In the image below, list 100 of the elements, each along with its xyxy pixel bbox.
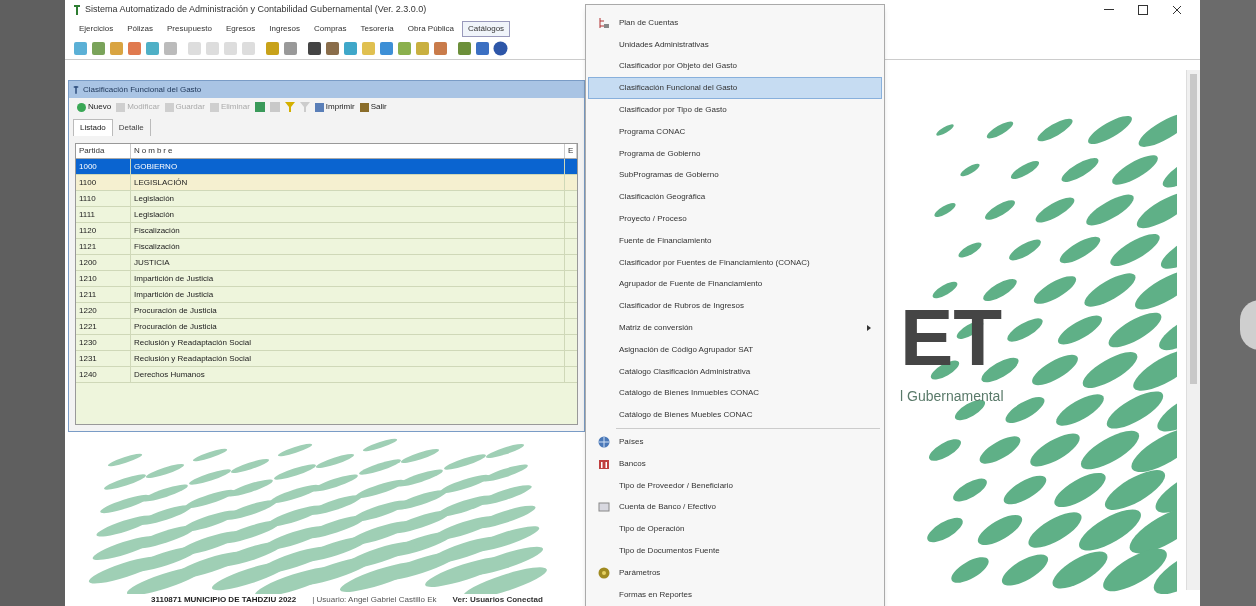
menu-item[interactable]: Clasificador por Tipo de Gasto [588,99,882,121]
table-row[interactable]: 1231 Reclusión y Readaptación Social [76,351,577,367]
menu-item[interactable]: Clasificación Funcional del Gasto [588,77,882,100]
tab[interactable]: Listado [73,119,113,136]
column-header[interactable]: Partida [76,144,131,158]
table-cell: 1211 [76,287,131,302]
grid-icon[interactable] [254,102,265,112]
menu-item[interactable]: Cuenta de Banco / Efectivo [588,496,882,519]
table-row[interactable]: 1240 Derechos Humanos [76,367,577,383]
table-cell: 1100 [76,175,131,190]
toolbar-icon [314,102,324,112]
menu-item[interactable]: Compras [308,21,353,37]
menu-item[interactable]: Tipo de Operación [588,518,882,541]
menu-item[interactable]: Clasificador de Rubros de Ingresos [588,295,882,318]
table-cell: Reclusión y Readaptación Social [131,351,565,366]
table-cell: 1111 [76,207,131,222]
add-icon [77,102,86,112]
table-row[interactable]: 1121 Fiscalización [76,239,577,255]
toolbar-button[interactable]: Imprimir [314,101,355,113]
table-cell: 1220 [76,303,131,318]
menu-item[interactable]: Catálogos [462,21,511,37]
table-cell: Procuración de Justicia [131,319,565,334]
menu-item[interactable]: Tipo de Proveedor / Beneficiario [588,474,882,497]
menu-item[interactable]: Catálogo Clasificación Administrativa [588,360,882,383]
toolbar-icon [116,102,126,112]
table-cell: JUSTICIA [131,255,565,270]
table-cell: 1240 [76,367,131,382]
table-row[interactable]: 1110 Legislación [76,191,577,207]
table-row[interactable]: 1211 Impartición de Justicia [76,287,577,303]
table-row[interactable]: 1000 GOBIERNO [76,159,577,175]
column-header[interactable]: Nombre [131,144,565,158]
menu-item[interactable]: Clasificación Geográfica [588,186,882,209]
table-row[interactable]: 1230 Reclusión y Readaptación Social [76,335,577,351]
menu-item[interactable]: Asignación de Código Agrupador SAT [588,338,882,361]
menu-item[interactable]: Ejercicios [73,21,120,37]
toolbar-button[interactable]: Nuevo [77,101,112,113]
table-row[interactable]: 1120 Fiscalización [76,223,577,239]
table-cell: Impartición de Justicia [131,287,565,302]
table-cell: 1000 [76,159,131,174]
table-row[interactable]: 1100 LEGISLACIÓN [76,175,577,191]
menu-item[interactable]: Unidades Administrativas [588,33,882,56]
toolbar-icon[interactable] [325,41,340,56]
menu-item[interactable]: Presupuesto [161,21,218,37]
toolbar-icon[interactable] [307,41,322,56]
tree-icon [598,16,610,29]
toolbar-icon[interactable] [493,41,508,56]
menu-item[interactable]: Programa de Gobierno [588,142,882,165]
menu-item[interactable]: Pólizas [121,21,160,37]
menu-item[interactable]: Programa CONAC [588,121,882,143]
menu-item[interactable]: Formas en Reportes [588,583,882,606]
menu-item[interactable]: Proyecto / Proceso [588,208,882,230]
building-icon [598,457,610,470]
menu-item[interactable]: Egresos [219,21,262,37]
menu-item[interactable]: Matriz de conversión [588,317,882,339]
table-cell: GOBIERNO [131,159,565,174]
table-cell: 1221 [76,319,131,334]
table-cell: 1230 [76,335,131,350]
menu-item[interactable]: Bancos [588,452,882,475]
grid-icon[interactable] [269,102,280,112]
menu-item[interactable]: Fuente de Financiamiento [588,229,882,252]
table-cell: 1200 [76,255,131,270]
minimize-icon [1104,9,1114,11]
menu-item[interactable]: Tesorería [354,21,400,37]
status-user: | Usuario: Angel Gabriel Castillo Ek [312,594,437,606]
table-row[interactable]: 1210 Impartición de Justicia [76,271,577,287]
close-icon [1172,5,1182,15]
table-cell: LEGISLACIÓN [131,175,565,190]
menu-item[interactable]: Plan de Cuentas [588,12,882,34]
menu-item[interactable]: Tipo de Documentos Fuente [588,540,882,562]
scrollbar[interactable] [1186,70,1200,590]
menu-item[interactable]: SubProgramas de Gobierno [588,164,882,187]
table-row[interactable]: 1220 Procuración de Justicia [76,303,577,319]
menu-item[interactable]: Ingresos [263,21,306,37]
menu-item[interactable]: Obra Pública [401,21,461,37]
table-row[interactable]: 1111 Legislación [76,207,577,223]
filter-icon[interactable] [284,102,295,112]
column-header[interactable]: E [565,144,577,158]
toolbar-icon[interactable] [475,41,490,56]
toolbar-button[interactable]: Salir [359,101,387,113]
status-link[interactable]: Ver: Usuarios Conectad [452,594,543,606]
menu-item[interactable]: Catálogo de Bienes Muebles CONAC [588,404,882,427]
menu-item[interactable]: Países [588,431,882,453]
toolbar-icon [209,102,219,112]
menu-item[interactable]: Catálogo de Bienes Inmuebles CONAC [588,382,882,405]
tab[interactable]: Detalle [112,119,151,136]
menu-item[interactable]: Parámetros [588,561,882,584]
table-cell: 1210 [76,271,131,286]
table-cell: Impartición de Justicia [131,271,565,286]
filter-icon[interactable] [299,102,310,112]
child-window-title: Clasificación Funcional del Gasto [83,83,202,96]
menu-item[interactable]: Clasificador por Objeto del Gasto [588,55,882,78]
table-row[interactable]: 1221 Procuración de Justicia [76,319,577,335]
table-row[interactable]: 1200 JUSTICIA [76,255,577,271]
logo-text: ET [900,298,1003,378]
table-cell: 1121 [76,239,131,254]
app-icon [73,84,79,95]
menu-item[interactable]: Clasificador por Fuentes de Financiamiento (CONAC) [588,251,882,274]
globe-icon [598,436,610,449]
menu-item[interactable]: Agrupador de Fuente de Financiamiento [588,273,882,296]
app-icon [73,4,81,16]
